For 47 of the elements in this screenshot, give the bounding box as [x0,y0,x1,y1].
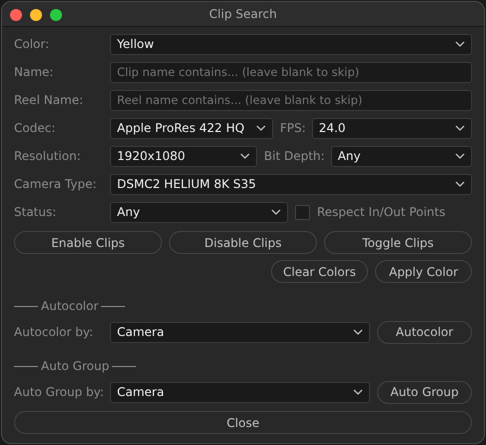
chevron-icon [455,125,465,131]
status-dropdown[interactable]: Any [110,202,288,222]
field-label: FPS: [280,121,306,135]
autocolor-dropdown[interactable]: Camera [110,322,370,342]
close-button[interactable]: Close [14,411,472,434]
checkbox[interactable] [295,204,310,220]
zoom-window-icon[interactable] [50,9,62,21]
chevron-icon [455,41,465,47]
window-title: Clip Search [209,7,277,21]
resolution-dropdown[interactable]: 1920x1080 [110,146,257,166]
field-label: Autocolor by: [14,325,94,339]
fps-dropdown[interactable]: 24.0 [312,118,472,138]
camera-type-dropdown[interactable]: DSMC2 HELIUM 8K S35 [110,174,472,194]
section-heading: Auto Group [41,359,110,373]
name-input-field[interactable]: Clip name contains... (leave blank to skip) [110,62,472,82]
section-heading: Autocolor [41,299,98,313]
checkbox-label: Respect In/Out Points [317,205,446,219]
chevron-icon [353,329,363,335]
close-window-icon[interactable] [10,9,22,21]
field-label: Camera Type: [14,177,98,191]
field-label: Reel Name: [14,93,84,107]
chevron-icon [271,209,281,215]
chevron-icon [353,389,363,395]
minimize-window-icon[interactable] [30,9,42,21]
chevron-icon [240,153,250,159]
field-label: Codec: [14,121,56,135]
bit-depth-dropdown[interactable]: Any [330,146,472,166]
color-dropdown[interactable]: Yellow [110,34,472,54]
clip-action-button[interactable]: Toggle Clips [324,231,472,254]
autocolor-button[interactable]: Autocolor [377,320,472,344]
field-label: Name: [14,65,54,79]
auto-group-dropdown[interactable]: Camera [110,382,370,402]
codec-dropdown[interactable]: Apple ProRes 422 HQ [110,118,273,138]
clip-action-button[interactable]: Enable Clips [14,231,162,254]
field-label: Auto Group by: [14,385,105,399]
field-label: Color: [14,37,50,51]
color-action-button[interactable]: Clear Colors [271,260,368,283]
chevron-icon [256,125,266,131]
auto-group-button[interactable]: Auto Group [377,380,472,404]
clip-action-button[interactable]: Disable Clips [169,231,317,254]
chevron-icon [455,181,465,187]
field-label: Resolution: [14,149,82,163]
color-action-button[interactable]: Apply Color [375,260,472,283]
field-label: Bit Depth: [264,149,325,163]
chevron-icon [455,153,465,159]
reel-name-input-field[interactable]: Reel name contains... (leave blank to skip) [110,90,472,110]
field-label: Status: [14,205,58,219]
